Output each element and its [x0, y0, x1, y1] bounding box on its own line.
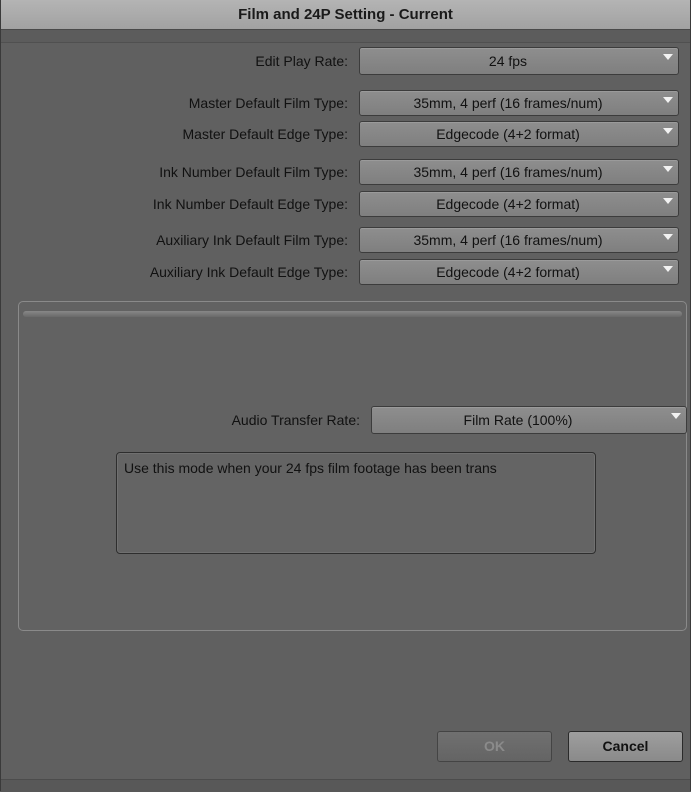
title-separator: [1, 30, 690, 43]
audio-transfer-panel: Audio Transfer Rate: Film Rate (100%) Us…: [18, 301, 687, 631]
chevron-down-icon: [663, 166, 673, 172]
dialog-title: Film and 24P Setting - Current: [1, 0, 690, 30]
chevron-down-icon: [663, 128, 673, 134]
chevron-down-icon: [663, 234, 673, 240]
chevron-down-icon: [671, 413, 681, 419]
ink-number-film-type-dropdown[interactable]: 35mm, 4 perf (16 frames/num): [359, 159, 679, 185]
panel-divider-bar: [23, 311, 682, 317]
master-edge-type-label: Master Default Edge Type:: [182, 126, 349, 142]
chevron-down-icon: [663, 198, 673, 204]
master-edge-type-dropdown[interactable]: Edgecode (4+2 format): [359, 121, 679, 147]
ink-number-edge-type-label: Ink Number Default Edge Type:: [152, 196, 348, 212]
audio-transfer-rate-dropdown[interactable]: Film Rate (100%): [371, 406, 687, 434]
mode-description-text: Use this mode when your 24 fps film foot…: [124, 460, 497, 476]
cancel-button[interactable]: Cancel: [568, 731, 683, 762]
ok-button[interactable]: OK: [437, 731, 552, 762]
audio-transfer-rate-value: Film Rate (100%): [463, 412, 573, 428]
edit-play-rate-label: Edit Play Rate:: [255, 53, 348, 69]
auxiliary-ink-edge-type-label: Auxiliary Ink Default Edge Type:: [149, 264, 348, 280]
auxiliary-ink-edge-type-dropdown[interactable]: Edgecode (4+2 format): [359, 259, 679, 285]
auxiliary-ink-film-type-dropdown[interactable]: 35mm, 4 perf (16 frames/num): [359, 227, 679, 253]
audio-transfer-rate-label: Audio Transfer Rate:: [231, 412, 360, 428]
ink-number-edge-type-dropdown[interactable]: Edgecode (4+2 format): [359, 191, 679, 217]
master-film-type-dropdown[interactable]: 35mm, 4 perf (16 frames/num): [359, 90, 679, 116]
ink-number-edge-type-value: Edgecode (4+2 format): [436, 196, 580, 212]
edit-play-rate-dropdown[interactable]: 24 fps: [359, 47, 679, 75]
chevron-down-icon: [663, 97, 673, 103]
master-edge-type-value: Edgecode (4+2 format): [436, 126, 580, 142]
ink-number-film-type-value: 35mm, 4 perf (16 frames/num): [413, 164, 603, 180]
mode-description-box: Use this mode when your 24 fps film foot…: [116, 452, 596, 554]
auxiliary-ink-edge-type-value: Edgecode (4+2 format): [436, 264, 580, 280]
chevron-down-icon: [663, 266, 673, 272]
master-film-type-label: Master Default Film Type:: [188, 95, 348, 111]
master-film-type-value: 35mm, 4 perf (16 frames/num): [413, 95, 603, 111]
dialog-bottom-edge: [1, 779, 690, 792]
auxiliary-ink-film-type-label: Auxiliary Ink Default Film Type:: [156, 232, 348, 248]
auxiliary-ink-film-type-value: 35mm, 4 perf (16 frames/num): [413, 232, 603, 248]
chevron-down-icon: [663, 54, 673, 60]
edit-play-rate-value: 24 fps: [488, 53, 528, 69]
ink-number-film-type-label: Ink Number Default Film Type:: [159, 164, 348, 180]
film-24p-settings-dialog: Film and 24P Setting - Current Edit Play…: [0, 0, 691, 792]
